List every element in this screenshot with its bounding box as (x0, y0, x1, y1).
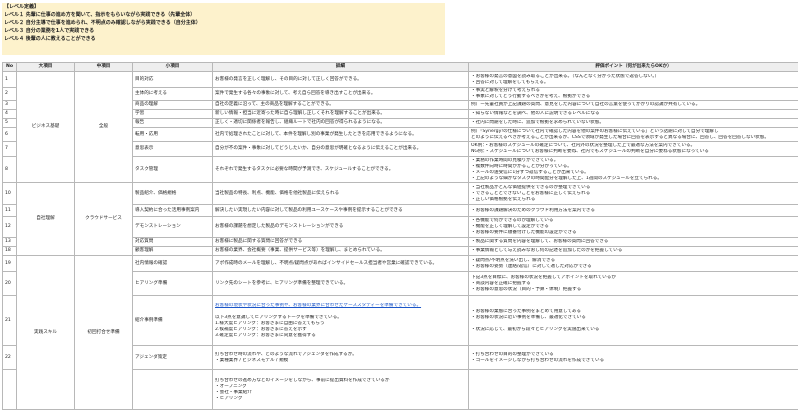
row-item: 主体的に考える (132, 87, 213, 101)
row-points: ・各機能で何ができるのか理解している ・機能を正しく理解して設定ができる ・お客様の… (468, 216, 798, 238)
row-points: ・事実と解釈を分けて考えられる ・事象に対してどう行動するべきかを考え、根拠ができ… (468, 87, 798, 101)
row-detail: お客様の発言を正しく理解し、その目的に対して正しく回答ができる。 (212, 71, 469, 88)
row-points: OK例：・お客様のスケジュールの確定について、社内外の状況を整理した上で最適な方… (468, 141, 798, 157)
row-no: 7 (2, 141, 17, 157)
row-item: 意思表示 (132, 141, 213, 157)
header-row: No 大項目 中項目 小項目 詳細 評価ポイント（何が出来たらOKか） (2, 62, 798, 72)
category-practical: 実践スキル (16, 255, 75, 410)
header-major: 大項目 (16, 62, 75, 72)
header-detail: 詳細 (212, 62, 469, 72)
category-first-sales: 初回打合せ準備 (74, 255, 133, 410)
row-item: 商品の理解 (132, 100, 213, 110)
row-points: ・事業情報として与え読みなおし何の記述を追加したのかを把握している (468, 246, 798, 256)
row-points: ・疑問点/不明点を洗い出し、解消できる ・お客様の姿勢（連絡/返信）に対して適した… (468, 255, 798, 272)
header-middle: 中項目 (74, 62, 133, 72)
row-detail: お客様の業界、会社概要（事業、提供サービス等）を理解し、まとめられている。 (212, 246, 469, 256)
table-row: 10 自社理解 クラウドサービス 製品紹介、価格規格 当社製品の特長、利点、機能… (2, 182, 798, 256)
row-detail: お客様の現状や状況に合った事例や、お客様の業界に合わせたケーススタディーを準備で… (212, 295, 469, 346)
header-minor: 小項目 (132, 62, 213, 72)
row-no: 1 (2, 71, 17, 88)
row-no: 6 (2, 127, 17, 142)
row-item: アジェンダ策定 (132, 345, 213, 370)
row-detail: 自社の定義に沿って、主の商品を理解することができる。 (212, 100, 469, 110)
row-item (132, 369, 213, 410)
row-points: 下記3点を目標に、お客様の状況を把握してアポイントを取れているか ・商談内容を正確… (468, 271, 798, 296)
row-no: 20 (2, 271, 17, 296)
row-item: 製品紹介、価格規格 (132, 182, 213, 205)
row-points: 例）「Synergy!の仕様について社内で確認した内容を他の案件のお客様に伝えて… (468, 127, 798, 142)
row-item: 導入契約に合った活用事例案内 (132, 204, 213, 217)
row-points: ・社内に問題をした時に、追加で根拠を求められていない状態。 (468, 118, 798, 128)
row-detail: 自分が不の案件・事象に対してどうしたいか、自分の意思が明確となるように伝えること… (212, 141, 469, 157)
row-points: ・製品に関する質問を内容を理解して、お客様の質問に回答できる (468, 237, 798, 247)
row-points: ・お客様の課題解決のためのクラウド利用方法を案内できる (468, 204, 798, 217)
row-detail: お客様に製品に関する質問に回答ができる (212, 237, 469, 247)
row-detail: アポ作成時のメールを理解し、不明点/疑問点があればインサイドセールス担当者や営業… (212, 255, 469, 272)
level-2: レベル２ 自分主導で仕事を進められ、不明点のみ確認しながら実践できる（自分主体） (4, 20, 201, 26)
row-detail: それぞれで発生するタスクに必要な時間が予測でき、スケジュールすることができる。 (212, 156, 469, 183)
row-no: 19 (2, 255, 17, 272)
row-no: 11 (2, 204, 17, 217)
row-no: 4 (2, 109, 17, 119)
row-no: 13 (2, 237, 17, 247)
row-item: デモンストレーション (132, 216, 213, 238)
row-detail: 当社製品の特長、利点、機能、価格を他社製品に伝えられる (212, 182, 469, 205)
row-points: ・当社製品がどんな価値提供をできるのか整理できている ・できることとできないことを… (468, 182, 798, 205)
table-row: 19 実践スキル 初回打合せ準備 社内情報の確認 アポ作成時のメールを理解し、不… (2, 255, 798, 410)
row-no: 12 (2, 216, 17, 238)
row-no: 10 (2, 182, 17, 205)
level-3: レベル３ 自分の業務を1人で実践できる (4, 28, 95, 34)
level-definition-box: 【レベル定義】 レベル１ 先輩に仕事の進め方を聞いて、指示をもらいながら実践でき… (2, 3, 445, 55)
row-no: 22 (2, 345, 17, 370)
row-no: 2 (2, 87, 17, 101)
row-detail: 解決したい実現したい内容に対して製品の利用ユースケースや事例を提示することができ… (212, 204, 469, 217)
row-detail: 打ち合わせの進め方などのイメージをしながら、事前に提出資料を作成できているか ・… (212, 369, 469, 410)
row-points (468, 369, 798, 410)
row-no: 5 (2, 118, 17, 128)
row-no: 3 (2, 100, 17, 110)
row-item: 目的対応 (132, 71, 213, 88)
row-item: 学習 (132, 109, 213, 119)
row-item: 転用・応用 (132, 127, 213, 142)
row-no (2, 369, 17, 410)
skill-table: No 大項目 中項目 小項目 詳細 評価ポイント（何が出来たらOKか） 1 ビジ… (2, 62, 798, 410)
row-points: ・打ち合わせの目的の整理ができている ・ゴールをイメージしながら打ち合わせの流れを… (468, 345, 798, 370)
category-common: 全般 (74, 71, 133, 183)
row-no: 18 (2, 246, 17, 256)
row-points: ・知らない情報などを調べ、他の人に説明できるレベルになる (468, 109, 798, 119)
table-row: 1 ビジネス基礎 全般 目的対応 お客様の発言を正しく理解し、その目的に対して正… (2, 71, 798, 183)
row-detail: リンク先のシートを参考に、ヒアリング準備を整理できている。 (212, 271, 469, 296)
row-points: ・お客様の発言の意図を読み取ることが出来る。（なんとなく分かった状態で返答しない… (468, 71, 798, 88)
row-detail: 社内で処理されたことに対して、本件を理解し別の事業が発生したときを応用できるよう… (212, 127, 469, 142)
row-detail: 新しい情報・担当に近寄った時に自ら理解し正しくそれを理解することが出来る。 (212, 109, 469, 119)
header-no: No (2, 62, 17, 72)
row-item: 社内情報の確認 (132, 255, 213, 272)
level-1: レベル１ 先輩に仕事の進め方を聞いて、指示をもらいながら実践できる（先輩全体） (4, 12, 196, 18)
row-item: ヒアリング準備 (132, 271, 213, 296)
row-detail: 正しく・適切に関係者を報告し、組織ルートで社内の回答が得られるようになる。 (212, 118, 469, 128)
level-4: レベル４ 後輩の人に教えることができる (4, 36, 96, 42)
row-detail: 案件で発生する各々の事象に対して、考え自ら回答を導き出すことが出来る。 (212, 87, 469, 101)
row-no: 21 (2, 295, 17, 346)
header-points: 評価ポイント（何が出来たらOKか） (468, 62, 798, 72)
row-item: 対応質問 (132, 237, 213, 247)
row-item: タスク管理 (132, 156, 213, 183)
row-detail: お客様の課題を想定した製品のデモンストレーションができる (212, 216, 469, 238)
row-item: 紹介事例準備 (132, 295, 213, 346)
row-item: 報告 (132, 118, 213, 128)
category-cloud-service: クラウドサービス (74, 182, 133, 256)
row-points: ・お客様の業態に合った事例をまとめて用意してある ・お客様の状況に近い事例を準備… (468, 295, 798, 346)
row-item: 顧客理解 (132, 246, 213, 256)
row-no: 8 (2, 156, 17, 183)
row-points: 例）ー先輩社員が上記課題の質問、意見をした内容について自社の言葉を使ってかかりの… (468, 100, 798, 110)
skill-table-sheet: No 大項目 中項目 小項目 詳細 評価ポイント（何が出来たらOKか） 1 ビジ… (2, 62, 798, 412)
category-own-product: 自社理解 (16, 182, 75, 256)
row-points: ・業務の作業時間の見積りができている。 ・複数件向時に時間がかることが分かっている… (468, 156, 798, 183)
level-definition-title: 【レベル定義】 (4, 4, 40, 10)
row-detail: 打ち合わせ時の流れや、どのような流れでアジェンダを作成するか。 ・業種業界 / … (212, 345, 469, 370)
category-business-basics: ビジネス基礎 (16, 71, 75, 183)
